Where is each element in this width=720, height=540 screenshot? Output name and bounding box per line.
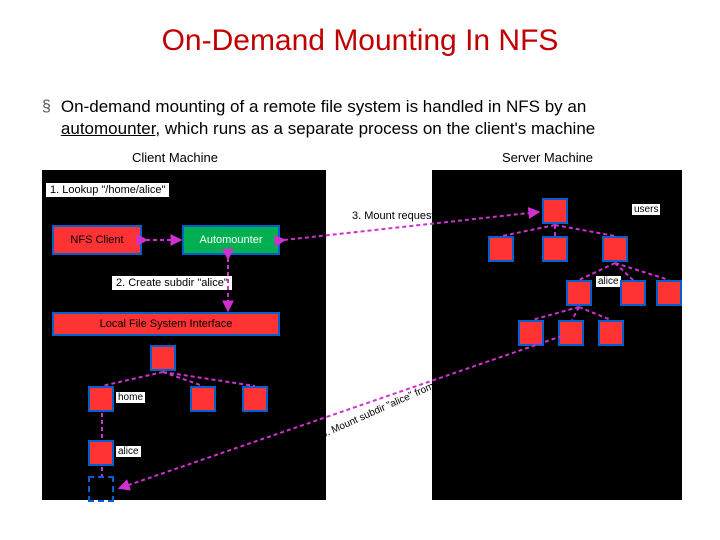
server-tree-leaf-1 (518, 320, 544, 346)
slide-title: On-Demand Mounting In NFS (0, 24, 720, 58)
client-tree-mounted-placeholder (88, 476, 114, 502)
server-tree-users (602, 236, 628, 262)
label-create-subdir: 2. Create subdir "alice" (112, 276, 232, 290)
diagram: Client Machine Server Machine 1. Lookup … (42, 150, 682, 530)
server-caption: Server Machine (502, 150, 593, 165)
bullet-item: § On-demand mounting of a remote file sy… (42, 96, 672, 140)
label-lookup: 1. Lookup "/home/alice" (46, 183, 169, 197)
bullet-post: , which runs as a separate process on th… (155, 119, 595, 138)
client-tree-home (88, 386, 114, 412)
client-tree-root (150, 345, 176, 371)
client-alice-label: alice (116, 446, 141, 457)
server-alice-label: alice (596, 276, 621, 287)
server-tree-leaf-2 (558, 320, 584, 346)
nfs-client-box: NFS Client (52, 225, 142, 255)
client-tree-alice (88, 440, 114, 466)
server-tree-root (542, 198, 568, 224)
server-tree-leaf-3 (598, 320, 624, 346)
server-tree-peer-1 (620, 280, 646, 306)
server-tree-alice (566, 280, 592, 306)
client-home-label: home (116, 392, 145, 403)
server-tree-child-b (542, 236, 568, 262)
label-mount-request: 3. Mount request (352, 210, 435, 222)
automounter-box: Automounter (182, 225, 280, 255)
client-caption: Client Machine (132, 150, 218, 165)
bullet-text: On-demand mounting of a remote file syst… (61, 96, 672, 140)
server-tree-peer-2 (656, 280, 682, 306)
client-tree-sibling-1 (190, 386, 216, 412)
client-tree-sibling-2 (242, 386, 268, 412)
bullet-pre: On-demand mounting of a remote file syst… (61, 97, 586, 116)
local-fs-interface-box: Local File System Interface (52, 312, 280, 336)
bullet-keyword: automounter (61, 119, 156, 138)
server-tree-child-a (488, 236, 514, 262)
server-users-label: users (632, 204, 660, 215)
bullet-marker: § (42, 96, 51, 118)
